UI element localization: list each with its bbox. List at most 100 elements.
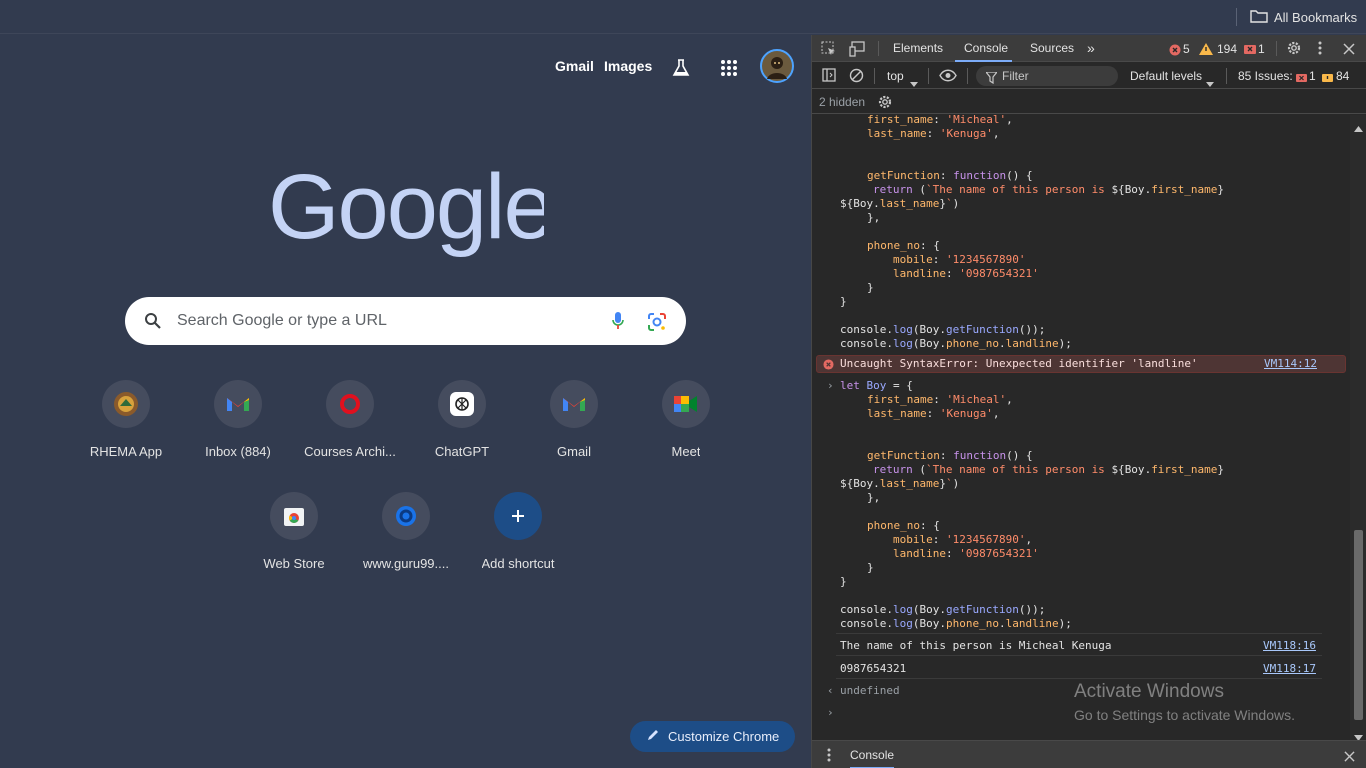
log-output-landline: 0987654321 bbox=[840, 662, 907, 675]
log-source-link[interactable]: VM118:16 bbox=[1263, 639, 1316, 653]
rhema-logo-icon bbox=[102, 380, 150, 428]
console-settings-gear-icon[interactable] bbox=[877, 94, 893, 115]
web-store-icon bbox=[270, 492, 318, 540]
guru99-icon bbox=[382, 492, 430, 540]
tab-divider bbox=[878, 41, 879, 56]
account-avatar[interactable] bbox=[760, 49, 794, 83]
red-ring-icon bbox=[326, 380, 374, 428]
microphone-icon[interactable] bbox=[611, 311, 625, 336]
folder-icon bbox=[1250, 9, 1268, 26]
meet-icon bbox=[662, 380, 710, 428]
tab-sources[interactable]: Sources bbox=[1030, 35, 1074, 62]
code-line: return (`The name of this person is ${Bo… bbox=[873, 463, 1225, 476]
sidebar-toggle-icon[interactable] bbox=[822, 68, 836, 87]
toolbar-divider bbox=[967, 68, 968, 84]
all-bookmarks-button[interactable]: All Bookmarks bbox=[1250, 7, 1357, 27]
error-message: Uncaught SyntaxError: Unexpected identif… bbox=[840, 357, 1198, 370]
hidden-count: 2 hidden bbox=[819, 95, 866, 109]
code-line: }, bbox=[867, 491, 881, 504]
shortcut-courses-archive[interactable]: Courses Archi... bbox=[294, 380, 406, 480]
issues-badge-icon[interactable] bbox=[1244, 43, 1256, 61]
more-tabs-icon[interactable]: » bbox=[1087, 35, 1095, 62]
code-line: } bbox=[867, 561, 874, 574]
close-drawer-icon[interactable] bbox=[1344, 749, 1355, 767]
shortcut-web-store[interactable]: Web Store bbox=[238, 492, 350, 592]
gmail-link[interactable]: Gmail bbox=[555, 58, 594, 74]
plus-icon bbox=[494, 492, 542, 540]
issues-warning-icon bbox=[1322, 71, 1333, 89]
clear-console-icon[interactable] bbox=[849, 68, 864, 88]
log-levels-dropdown[interactable]: Default levels bbox=[1130, 69, 1202, 83]
code-line: let Boy = { bbox=[840, 379, 913, 392]
shortcut-label: www.guru99.... bbox=[363, 556, 449, 571]
return-arrow-icon: ‹ bbox=[827, 684, 834, 697]
console-scrollbar[interactable] bbox=[1350, 115, 1366, 741]
eye-icon[interactable] bbox=[939, 69, 957, 87]
console-filter-input[interactable]: Filter bbox=[976, 66, 1118, 86]
shortcut-chatgpt[interactable]: ChatGPT bbox=[406, 380, 518, 480]
input-prompt-icon: › bbox=[827, 379, 834, 392]
kebab-menu-icon[interactable] bbox=[1318, 41, 1322, 60]
tab-elements[interactable]: Elements bbox=[893, 35, 943, 62]
warning-count-icon[interactable] bbox=[1199, 42, 1213, 60]
activate-windows-title: Activate Windows bbox=[1074, 681, 1224, 702]
issues-error-count: 1 bbox=[1309, 69, 1316, 83]
code-line: }, bbox=[867, 211, 881, 224]
apps-grid-icon[interactable] bbox=[716, 55, 742, 81]
shortcut-rhema-app[interactable]: RHEMA App bbox=[70, 380, 182, 480]
drawer-menu-icon[interactable] bbox=[827, 748, 831, 767]
context-selector[interactable]: top bbox=[887, 69, 904, 83]
search-icon bbox=[144, 312, 162, 335]
code-line: landline: '0987654321' bbox=[893, 547, 1039, 560]
code-line: mobile: '1234567890' bbox=[893, 253, 1026, 266]
scrollbar-thumb[interactable] bbox=[1354, 530, 1363, 720]
issues-label[interactable]: 85 Issues: bbox=[1238, 69, 1293, 83]
code-line: phone_no: { bbox=[867, 239, 940, 252]
row-separator bbox=[836, 655, 1322, 656]
filter-icon bbox=[984, 70, 999, 90]
images-link[interactable]: Images bbox=[604, 58, 652, 74]
warning-count: 194 bbox=[1217, 42, 1238, 56]
scroll-up-icon[interactable] bbox=[1354, 119, 1363, 137]
inspect-element-icon[interactable] bbox=[821, 41, 837, 62]
device-toolbar-icon[interactable] bbox=[849, 41, 867, 62]
shortcut-label: ChatGPT bbox=[434, 444, 490, 459]
issues-error-icon bbox=[1296, 71, 1307, 89]
drawer-tab-bar: Console bbox=[812, 740, 1366, 768]
google-lens-icon[interactable] bbox=[647, 312, 667, 337]
search-box[interactable]: Search Google or type a URL bbox=[125, 297, 686, 345]
tab-console[interactable]: Console bbox=[955, 35, 1013, 62]
drawer-tab-console[interactable]: Console bbox=[850, 748, 895, 768]
gmail-icon bbox=[214, 380, 262, 428]
devtools-tab-bar: Elements Console Sources » 5 194 1 bbox=[812, 35, 1366, 62]
shortcut-guru99[interactable]: www.guru99.... bbox=[350, 492, 462, 592]
code-line: last_name: 'Kenuga', bbox=[867, 407, 1000, 420]
hidden-messages-bar: 2 hidden bbox=[812, 90, 1366, 114]
code-line: first_name: 'Micheal', bbox=[867, 393, 1013, 406]
shortcut-gmail[interactable]: Gmail bbox=[518, 380, 630, 480]
settings-gear-icon[interactable] bbox=[1286, 40, 1302, 61]
chatgpt-icon bbox=[438, 380, 486, 428]
labs-flask-icon[interactable] bbox=[668, 55, 694, 81]
close-devtools-icon[interactable] bbox=[1343, 42, 1355, 60]
code-line: console.log(Boy.getFunction()); bbox=[840, 603, 1046, 616]
row-separator bbox=[836, 678, 1322, 679]
shortcut-meet[interactable]: Meet bbox=[630, 380, 742, 480]
new-tab-page: Gmail Images Google Search Google or typ… bbox=[0, 35, 811, 768]
tab-divider bbox=[1276, 41, 1277, 56]
add-shortcut-button[interactable]: Add shortcut bbox=[462, 492, 574, 592]
error-icon bbox=[823, 359, 834, 374]
error-count: 5 bbox=[1183, 42, 1190, 56]
customize-chrome-button[interactable]: Customize Chrome bbox=[630, 721, 795, 752]
console-prompt-icon[interactable]: › bbox=[827, 706, 834, 720]
error-source-link[interactable]: VM114:12 bbox=[1264, 357, 1317, 371]
search-input[interactable]: Search Google or type a URL bbox=[177, 312, 387, 330]
gmail-icon bbox=[550, 380, 598, 428]
all-bookmarks-label: All Bookmarks bbox=[1274, 9, 1358, 25]
console-toolbar: top Filter Default levels 85 Issues: 1 8… bbox=[812, 63, 1366, 89]
shortcut-inbox[interactable]: Inbox (884) bbox=[182, 380, 294, 480]
console-output[interactable]: first_name: 'Micheal', last_name: 'Kenug… bbox=[812, 115, 1350, 740]
error-count-icon[interactable] bbox=[1169, 43, 1181, 61]
code-line: ${Boy.last_name}`) bbox=[840, 197, 960, 210]
log-source-link[interactable]: VM118:17 bbox=[1263, 662, 1316, 676]
